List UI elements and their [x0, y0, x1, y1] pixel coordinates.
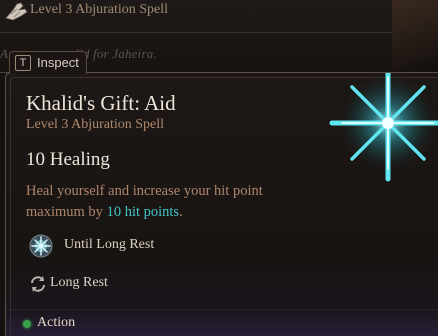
- gauntlet-icon: [5, 2, 28, 21]
- healing-amount: 10 Healing: [26, 149, 110, 170]
- background-divider: [0, 32, 392, 33]
- duration-row: Until Long Rest: [24, 231, 224, 261]
- background-scenery: [392, 0, 438, 72]
- recharge-row: Long Rest: [24, 271, 224, 297]
- spell-tooltip: Khalid's Gift: Aid Level 3 Abjuration Sp…: [5, 72, 438, 336]
- hit-points-highlight: 10 hit points: [106, 204, 180, 220]
- recharge-label: Long Rest: [50, 275, 108, 290]
- inspect-tab[interactable]: T Inspect: [9, 51, 87, 74]
- inspect-label: Inspect: [37, 55, 79, 70]
- background-spell-level-text: Level 3 Abjuration Spell: [30, 2, 169, 17]
- duration-label: Until Long Rest: [64, 237, 155, 252]
- action-cost-bar: Action: [6, 309, 438, 336]
- inspect-key-hint: T: [15, 55, 31, 71]
- cycle-arrows-icon: [31, 276, 45, 292]
- action-dot-icon: [23, 320, 31, 328]
- spell-level-school: Level 3 Abjuration Spell: [26, 117, 165, 132]
- sparkle-orb-icon: [29, 234, 53, 258]
- description-end: .: [179, 204, 183, 220]
- spell-description: Heal yourself and increase your hit poin…: [26, 181, 316, 223]
- spell-title: Khalid's Gift: Aid: [26, 91, 176, 115]
- action-cost-label: Action: [37, 315, 76, 330]
- radiant-starburst-icon: [329, 73, 438, 182]
